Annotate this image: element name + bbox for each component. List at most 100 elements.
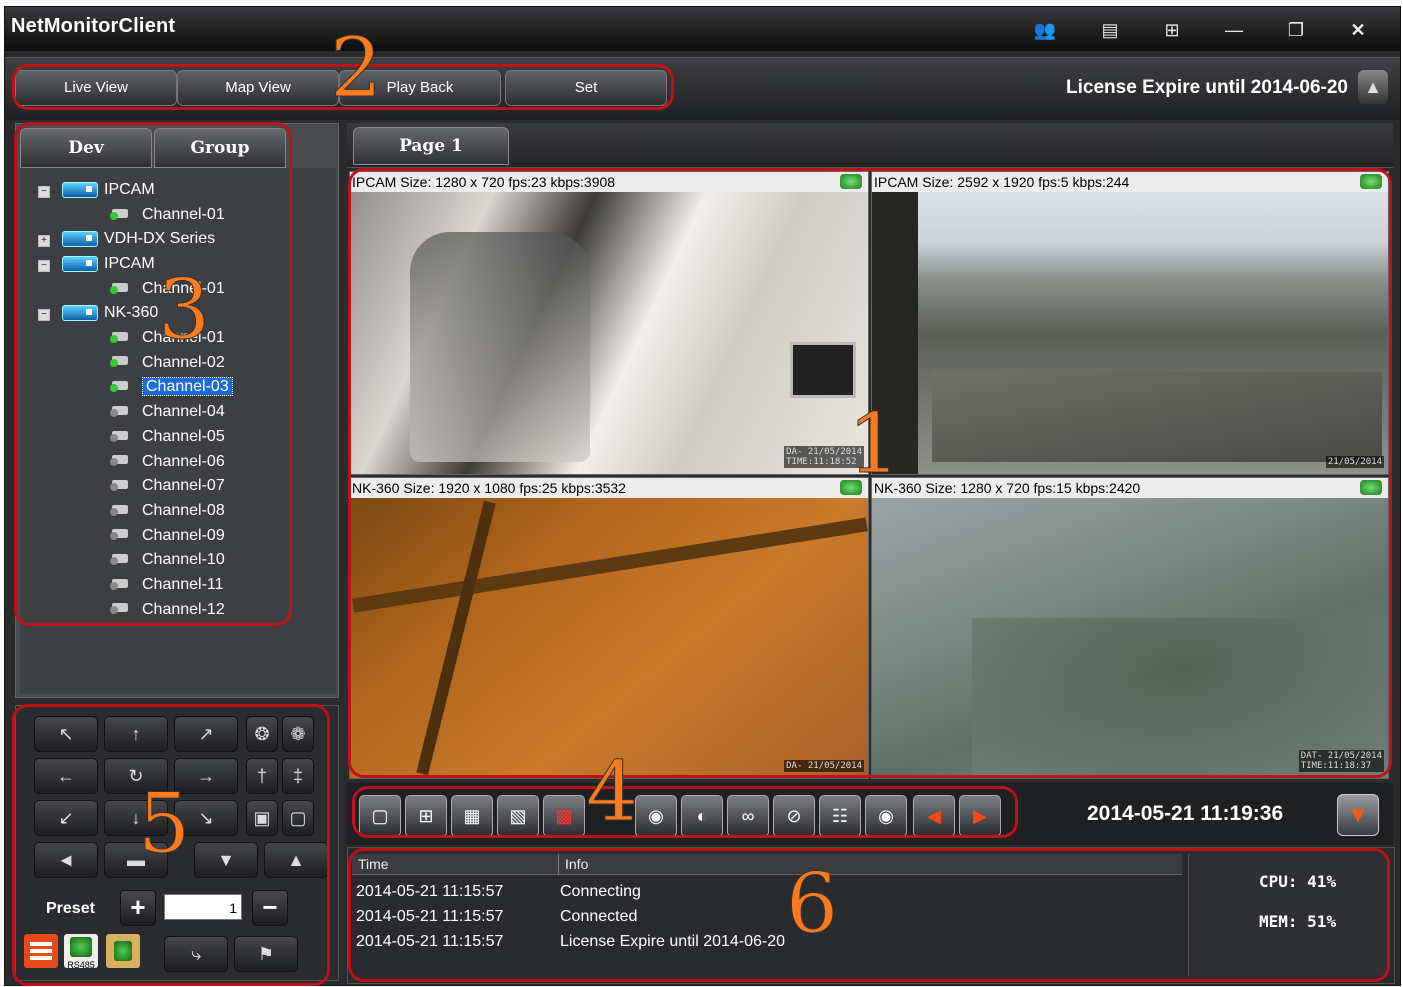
- open-all-icon[interactable]: ∞: [727, 795, 769, 837]
- channel-label: Channel-06: [142, 452, 225, 470]
- layout-1-icon[interactable]: ▢: [359, 795, 401, 837]
- collapse-toggle[interactable]: −: [38, 309, 50, 321]
- tree-channel[interactable]: Channel-01: [106, 203, 225, 227]
- channel-label: Channel-05: [142, 427, 225, 445]
- log-row[interactable]: 2014-05-21 11:15:57 License Expire until …: [356, 930, 785, 954]
- tree-channel[interactable]: Channel-09: [106, 524, 225, 548]
- ptz-down-button[interactable]: ↓: [104, 800, 168, 836]
- ptz-down-right-button[interactable]: ↘: [174, 800, 238, 836]
- expand-toggle[interactable]: +: [38, 235, 50, 247]
- collapse-down-icon[interactable]: ▼: [1337, 794, 1379, 836]
- tree-channel[interactable]: Channel-07: [106, 474, 225, 498]
- tree-channel[interactable]: Channel-03: [106, 375, 233, 399]
- tree-channel[interactable]: Channel-01: [106, 326, 225, 350]
- layout-9-icon[interactable]: ▦: [451, 795, 493, 837]
- tree-channel[interactable]: Channel-08: [106, 499, 225, 523]
- tree-device-nk360[interactable]: NK-360: [62, 301, 158, 325]
- tree-channel[interactable]: Channel-04: [106, 400, 225, 424]
- focus-near-icon[interactable]: ❂: [246, 716, 278, 752]
- log-col-time[interactable]: Time: [358, 854, 389, 874]
- rs485-icon[interactable]: RS485: [64, 934, 98, 970]
- screen-capture-icon[interactable]: ☷: [819, 795, 861, 837]
- preset-add-button[interactable]: +: [120, 890, 156, 926]
- tab-group[interactable]: Group: [154, 128, 286, 168]
- layout-toggle-icon[interactable]: ▤: [1095, 17, 1125, 43]
- minimize-icon[interactable]: —: [1219, 17, 1249, 43]
- collapse-toggle[interactable]: −: [38, 186, 50, 198]
- osd-date: DA- 21/05/2014: [786, 761, 862, 771]
- next-page-icon[interactable]: ▶: [959, 795, 1001, 837]
- iris-close-icon[interactable]: ▢: [282, 800, 314, 836]
- list-icon[interactable]: [24, 934, 58, 968]
- ptz-aux2-button[interactable]: ▬: [104, 842, 168, 878]
- record-status-icon: [840, 174, 862, 189]
- lock-icon[interactable]: ▲: [1358, 70, 1388, 104]
- ptz-track-button[interactable]: ⚑: [234, 936, 298, 972]
- video-view-4[interactable]: NK-360 Size: 1280 x 720 fps:15 kbps:2420…: [871, 477, 1389, 779]
- layout-custom-icon[interactable]: ▩: [543, 795, 585, 837]
- page-tab-bar: Page 1: [347, 123, 1393, 168]
- mem-label: MEM:: [1259, 912, 1298, 931]
- ptz-auto-rotate-button[interactable]: ↻: [104, 758, 168, 794]
- log-row[interactable]: 2014-05-21 11:15:57 Connecting: [356, 880, 641, 904]
- tab-dev[interactable]: Dev: [20, 128, 152, 168]
- fullscreen-icon[interactable]: ⊞: [1157, 17, 1187, 43]
- camera-icon: [110, 208, 128, 220]
- tree-channel[interactable]: Channel-02: [106, 351, 225, 375]
- close-icon[interactable]: ✕: [1343, 17, 1373, 43]
- iris-open-icon[interactable]: ▣: [246, 800, 278, 836]
- record-status-icon: [1360, 174, 1382, 189]
- snapshot-icon[interactable]: ◐: [681, 795, 723, 837]
- previous-page-icon[interactable]: ◀: [913, 795, 955, 837]
- ptz-up-right-button[interactable]: ↗: [174, 716, 238, 752]
- tree-device-ipcam[interactable]: IPCAM: [62, 252, 155, 276]
- device-label: NK-360: [104, 304, 159, 321]
- tab-set[interactable]: Set: [505, 70, 667, 106]
- video-view-1[interactable]: IPCAM Size: 1280 x 720 fps:23 kbps:3908 …: [349, 171, 869, 475]
- users-icon[interactable]: 👥: [1030, 17, 1060, 43]
- tree-channel[interactable]: Channel-06: [106, 450, 225, 474]
- layout-4-icon[interactable]: ⊞: [405, 795, 447, 837]
- tab-play-back[interactable]: Play Back: [339, 70, 501, 106]
- ptz-down-left-button[interactable]: ↙: [34, 800, 98, 836]
- device-label: VDH-DX Series: [104, 230, 216, 247]
- ptz-cruise-button[interactable]: ⤷: [164, 936, 228, 972]
- device-config-icon[interactable]: [106, 934, 140, 968]
- tab-live-view[interactable]: Live View: [15, 70, 177, 106]
- record-video-icon[interactable]: ◉: [635, 795, 677, 837]
- tree-device-ipcam[interactable]: IPCAM: [62, 178, 155, 202]
- ptz-aux3-button[interactable]: ▼: [194, 842, 258, 878]
- video-header: IPCAM Size: 1280 x 720 fps:23 kbps:3908: [350, 172, 868, 192]
- ptz-aux1-button[interactable]: ◄: [34, 842, 98, 878]
- tree-channel[interactable]: Channel-11: [106, 573, 224, 597]
- zoom-in-person-icon[interactable]: †: [246, 758, 278, 794]
- ptz-up-left-button[interactable]: ↖: [34, 716, 98, 752]
- focus-far-icon[interactable]: ❁: [282, 716, 314, 752]
- tree-channel[interactable]: Channel-05: [106, 425, 225, 449]
- log-row[interactable]: 2014-05-21 11:15:57 Connected: [356, 905, 637, 929]
- tree-channel[interactable]: Channel-01: [106, 277, 225, 301]
- video-view-3[interactable]: NK-360 Size: 1920 x 1080 fps:25 kbps:353…: [349, 477, 869, 779]
- camera-icon: [110, 554, 128, 566]
- ptz-left-button[interactable]: ←: [34, 758, 98, 794]
- preset-number-input[interactable]: 1: [164, 894, 242, 920]
- video-view-2[interactable]: IPCAM Size: 2592 x 1920 fps:5 kbps:244 2…: [871, 171, 1389, 475]
- ptz-up-button[interactable]: ↑: [104, 716, 168, 752]
- eye-icon[interactable]: ◉: [865, 795, 907, 837]
- tab-map-view[interactable]: Map View: [177, 70, 339, 106]
- channel-label: Channel-10: [142, 551, 225, 569]
- zoom-out-people-icon[interactable]: ‡: [282, 758, 314, 794]
- channel-label: Channel-12: [142, 600, 225, 618]
- close-all-icon[interactable]: ⊘: [773, 795, 815, 837]
- tree-device-vdh[interactable]: VDH-DX Series: [62, 227, 215, 251]
- preset-remove-button[interactable]: −: [252, 890, 288, 926]
- layout-16-icon[interactable]: ▧: [497, 795, 539, 837]
- log-col-info[interactable]: Info: [558, 854, 588, 874]
- tab-page-1[interactable]: Page 1: [353, 127, 509, 165]
- restore-icon[interactable]: ❐: [1281, 17, 1311, 43]
- collapse-toggle[interactable]: −: [38, 260, 50, 272]
- tree-channel[interactable]: Channel-12: [106, 598, 225, 622]
- ptz-right-button[interactable]: →: [174, 758, 238, 794]
- tree-channel[interactable]: Channel-10: [106, 548, 225, 572]
- ptz-aux4-button[interactable]: ▲: [264, 842, 328, 878]
